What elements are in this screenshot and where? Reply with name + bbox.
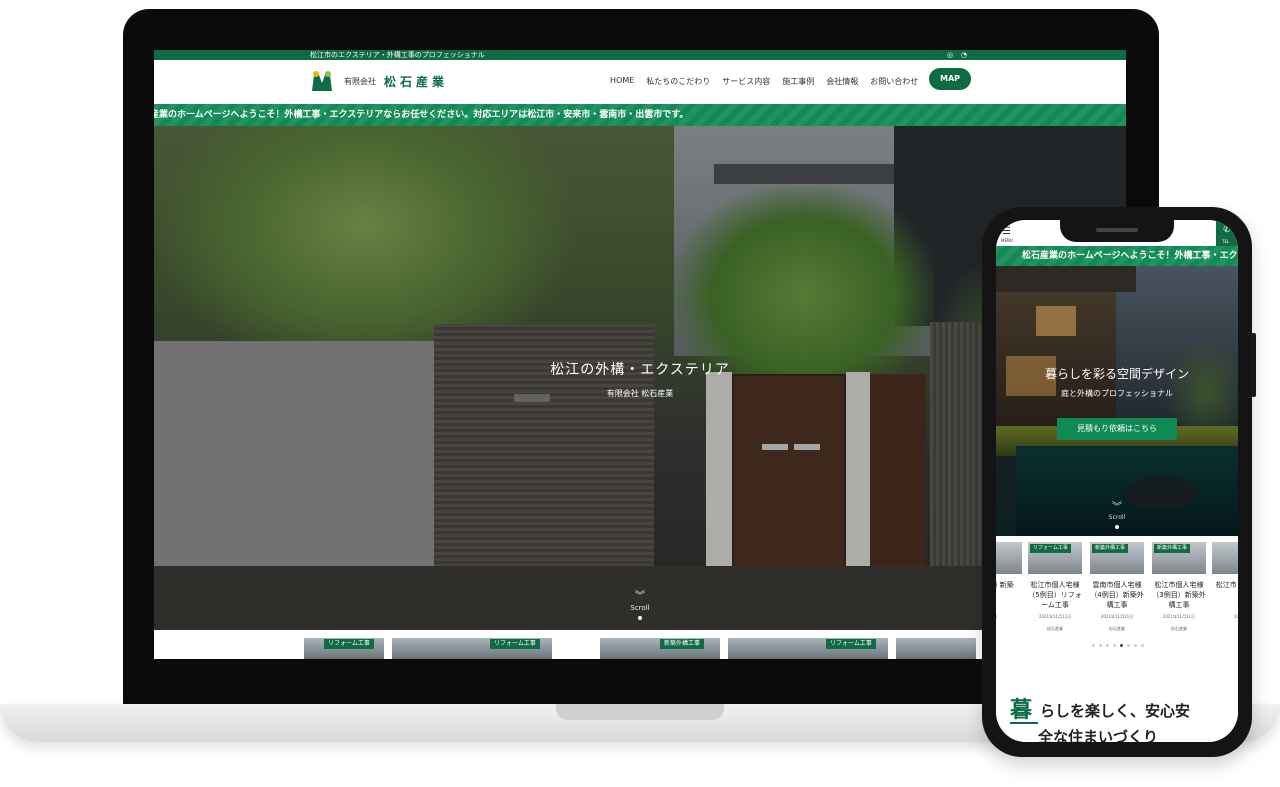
- heading-text: らしを楽しく、安心安: [1040, 702, 1191, 720]
- work-thumbnail: [996, 542, 1022, 574]
- heading-first-char: 暮: [1010, 698, 1033, 723]
- work-badge: リフォーム工事: [1030, 544, 1071, 553]
- mobile-hero-title: 暮らしを彩る空間デザイン: [1044, 367, 1189, 381]
- estimate-button[interactable]: 見積もり依頼はこちら: [1057, 418, 1177, 440]
- mobile-works-slider: 人宅様 新築 日 リフォーム工事 松江市個人宅様（5例目）リフォーム工事 202…: [996, 536, 1238, 656]
- device-mockup: 松江市のエクステリア・外構工事のプロフェッショナル ◎ ◔ 有限会社 松石産業 …: [0, 0, 1280, 787]
- phone-notch: [1060, 220, 1174, 242]
- work-title: 松江市個人宅様（3例目）新築外構工事: [1152, 581, 1206, 609]
- tel-label: TEL: [1222, 239, 1230, 244]
- mobile-screen: ☰ MENU ✆ TEL 松石産業のホームページへようこそ！外構工事・エク 暮ら…: [996, 220, 1238, 742]
- work-date: 日: [996, 614, 1022, 620]
- work-card[interactable]: 人宅様 新築 日: [996, 542, 1022, 642]
- work-author: 松石産業: [1109, 626, 1125, 631]
- work-card[interactable]: 新築外構工事 松江市個人宅様（3例目）新築外構工事 2021年11月11日 松石…: [1150, 542, 1206, 642]
- work-date: 2021年11月11日: [1038, 614, 1072, 619]
- desktop-screen: 松江市のエクステリア・外構工事のプロフェッショナル ◎ ◔ 有限会社 松石産業 …: [154, 50, 1126, 659]
- work-date: 2021: [1233, 614, 1238, 619]
- phone-speaker: [1096, 228, 1138, 232]
- welcome-marquee: 産業のホームページへようこそ！外構工事・エクステリアならお任せください。対応エリ…: [154, 104, 1126, 126]
- laptop-notch: [556, 704, 724, 720]
- work-card[interactable]: 松江市（2例目 2021: [1210, 542, 1238, 642]
- nav-company[interactable]: 会社情報: [826, 76, 858, 87]
- mobile-hero-subtitle: 庭と外構のプロフェッショナル: [1061, 389, 1173, 398]
- works-strip: リフォーム工事 リフォーム工事 新築外構工事 リフォーム工事: [154, 630, 1126, 659]
- work-badge: 新築外構工事: [1154, 544, 1191, 553]
- chevron-down-icon[interactable]: ︾: [1110, 502, 1124, 514]
- work-badge: リフォーム工事: [490, 639, 540, 649]
- instagram-icon[interactable]: ◎: [946, 51, 954, 59]
- logo-name[interactable]: 松石産業: [384, 73, 448, 90]
- heading-underline: [1010, 722, 1038, 724]
- work-title: 松江市個人宅様（5例目）リフォーム工事: [1028, 581, 1082, 609]
- rss-icon[interactable]: ◔: [960, 51, 968, 59]
- slider-pagination: [1092, 644, 1144, 647]
- pagination-dot[interactable]: [1113, 644, 1116, 647]
- scroll-label: Scroll: [1108, 514, 1126, 521]
- hero-overlay: [996, 266, 1238, 536]
- scroll-label: Scroll: [630, 604, 650, 612]
- slider-dot[interactable]: [1115, 525, 1119, 529]
- nav-works[interactable]: 施工事例: [782, 76, 814, 87]
- work-title: 人宅様 新築: [996, 581, 1014, 589]
- work-card[interactable]: リフォーム工事 松江市個人宅様（5例目）リフォーム工事 2021年11月11日 …: [1026, 542, 1082, 642]
- work-thumbnail[interactable]: [896, 638, 976, 659]
- work-author: 松石産業: [1171, 626, 1187, 631]
- slider-dot[interactable]: [638, 616, 642, 620]
- nav-services[interactable]: サービス内容: [722, 76, 770, 87]
- chevron-down-icon[interactable]: ︾: [633, 591, 647, 603]
- pagination-dot[interactable]: [1127, 644, 1130, 647]
- work-badge: リフォーム工事: [826, 639, 876, 649]
- logo-corp: 有限会社: [344, 77, 376, 86]
- laptop-bezel: [154, 659, 1126, 704]
- hero-title: 松江の外構・エクステリア: [550, 362, 730, 378]
- top-bar: 松江市のエクステリア・外構工事のプロフェッショナル ◎ ◔: [154, 50, 1126, 60]
- pagination-dot[interactable]: [1106, 644, 1109, 647]
- nav-contact[interactable]: お問い合わせ: [870, 76, 918, 87]
- pagination-dot[interactable]: [1099, 644, 1102, 647]
- hamburger-icon[interactable]: ☰: [1002, 227, 1014, 237]
- heading-text-line2: 全な住まいづくり: [1038, 728, 1159, 742]
- site-header: 有限会社 松石産業 HOME 私たちのこだわり サービス内容 施工事例 会社情報…: [154, 60, 1126, 104]
- phone-side-button: [1251, 333, 1256, 397]
- menu-label: MENU: [1001, 238, 1013, 243]
- work-thumbnail: [1212, 542, 1238, 574]
- work-title: 雲南市個人宅様（4例目）新築外構工事: [1090, 581, 1144, 609]
- work-date: 2021年11月11日: [1100, 614, 1134, 619]
- mobile-hero-image: 暮らしを彩る空間デザイン 庭と外構のプロフェッショナル 見積もり依頼はこちら ︾…: [996, 266, 1238, 536]
- hero-subtitle: 有限会社 松石産業: [606, 389, 674, 398]
- mobile-marquee-text: 松石産業のホームページへようこそ！外構工事・エク: [1022, 251, 1238, 261]
- hero-image: 松江の外構・エクステリア 有限会社 松石産業 ︾ Scroll: [154, 126, 1126, 630]
- pagination-dot[interactable]: [1092, 644, 1095, 647]
- pagination-dot[interactable]: [1141, 644, 1144, 647]
- work-card[interactable]: 新築外構工事 雲南市個人宅様（4例目）新築外構工事 2021年11月11日 松石…: [1088, 542, 1144, 642]
- work-author: 松石産業: [1047, 626, 1063, 631]
- nav-commitment[interactable]: 私たちのこだわり: [646, 76, 710, 87]
- mobile-section-heading: 暮 らしを楽しく、安心安 全な住まいづくり: [996, 656, 1238, 742]
- work-title: 松江市（2例目: [1215, 581, 1238, 589]
- pagination-dot[interactable]: [1134, 644, 1137, 647]
- logo-icon[interactable]: [310, 69, 334, 93]
- mobile-marquee: 松石産業のホームページへようこそ！外構工事・エク: [996, 246, 1238, 266]
- work-badge: 新築外構工事: [660, 639, 705, 649]
- marquee-text: 産業のホームページへようこそ！外構工事・エクステリアならお任せください。対応エリ…: [154, 110, 689, 120]
- nav-home[interactable]: HOME: [610, 76, 634, 87]
- work-badge: リフォーム工事: [324, 639, 374, 649]
- map-button[interactable]: MAP: [929, 68, 971, 90]
- work-date: 2021年11月11日: [1162, 614, 1196, 619]
- main-nav: HOME 私たちのこだわり サービス内容 施工事例 会社情報 お問い合わせ: [610, 76, 918, 87]
- work-badge: 新築外構工事: [1092, 544, 1129, 553]
- pagination-dot-active[interactable]: [1120, 644, 1123, 647]
- top-tagline: 松江市のエクステリア・外構工事のプロフェッショナル: [310, 51, 485, 59]
